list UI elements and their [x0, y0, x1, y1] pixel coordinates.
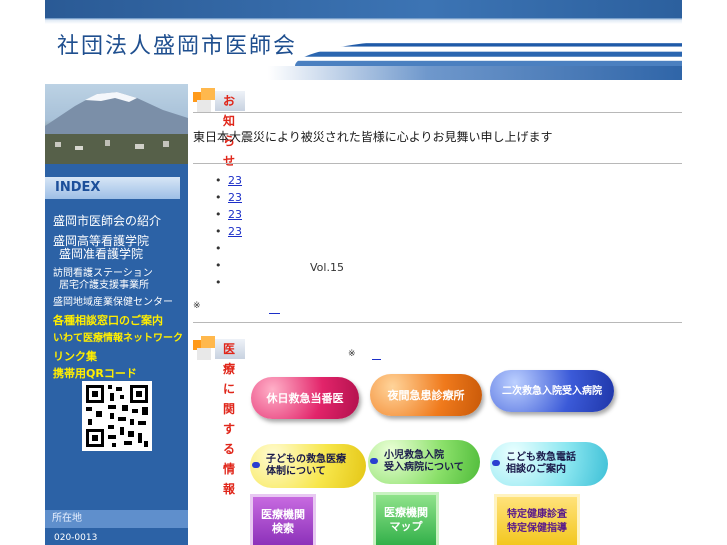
checkup-line2: 特定保健指導 [507, 523, 567, 534]
page-container: 社団法人盛岡市医師会 INDEX 盛岡市医師会の紹介 盛岡高等看護学院 盛岡准看… [45, 0, 682, 545]
address-label: 所在地 [45, 510, 188, 528]
pediatric-line2: 受入病院について [384, 462, 464, 473]
holiday-emergency-doctor-button[interactable]: 休日救急当番医 [251, 377, 359, 419]
divider [193, 322, 682, 323]
nav-consultation-counters[interactable]: 各種相談窓口のご案内 [53, 314, 163, 328]
medical-heading-label: 医療に関する情報 [215, 339, 246, 496]
postal-code: 020-0013 [54, 533, 98, 543]
news-link[interactable]: 23 [228, 174, 272, 187]
news-link[interactable] [228, 259, 310, 271]
header-bottom-band [45, 66, 682, 80]
child-emergency-system-button[interactable]: 子どもの救急医療 体制について [250, 444, 366, 488]
bullet-icon: • [215, 259, 222, 272]
news-item: • 23 [215, 174, 348, 191]
news-note-link[interactable] [269, 301, 280, 314]
header-swoosh-decoration [295, 36, 682, 70]
nav-links[interactable]: リンク集 [53, 350, 97, 364]
index-label: INDEX [45, 177, 180, 199]
arrow-icon [370, 458, 378, 464]
divider [193, 112, 682, 113]
medical-facility-search-button[interactable]: 医療機関 検索 [250, 494, 316, 545]
news-item: • [215, 276, 348, 293]
news-link[interactable] [228, 242, 348, 254]
news-link[interactable]: 23 [228, 225, 278, 238]
phone-line1: こども救急電話 [506, 452, 576, 463]
news-item-volume: Vol.15 [310, 261, 344, 274]
nav-mobile-qr[interactable]: 携帯用QRコード [53, 367, 137, 381]
bullet-icon: • [215, 242, 222, 255]
news-item: • Vol.15 [215, 259, 348, 276]
bullet-icon: • [215, 191, 222, 204]
news-item: • 23 [215, 225, 348, 242]
news-item: • 23 [215, 208, 348, 225]
child-system-line1: 子どもの救急医療 [266, 454, 346, 465]
pediatric-line1: 小児救急入院 [384, 450, 444, 461]
search-line1: 医療機関 [261, 508, 305, 521]
site-title[interactable]: 社団法人盛岡市医師会 [57, 28, 297, 60]
pediatric-admission-hospital-button[interactable]: 小児救急入院 受入病院について [368, 440, 480, 484]
news-link[interactable] [228, 276, 278, 288]
mountain-image [45, 92, 188, 164]
qr-code-image [82, 381, 152, 451]
nav-iwate-medical-network[interactable]: いわて医療情報ネットワーク [53, 332, 183, 346]
nav-assistant-nursing-school[interactable]: 盛岡准看護学院 [59, 247, 143, 261]
arrow-icon [252, 462, 260, 468]
header-banner: 社団法人盛岡市医師会 [45, 0, 682, 80]
checkup-line1: 特定健康診査 [507, 509, 567, 520]
specific-health-checkup-button[interactable]: 特定健康診査 特定保健指導 [494, 494, 580, 545]
medical-note-link[interactable] [372, 347, 381, 360]
news-link[interactable]: 23 [228, 208, 276, 221]
heading-square-icon [201, 336, 215, 348]
phone-line2: 相談のご案内 [506, 464, 566, 475]
child-system-line2: 体制について [266, 466, 326, 477]
medical-facility-map-button[interactable]: 医療機関 マップ [373, 492, 439, 545]
child-emergency-phone-button[interactable]: こども救急電話 相談のご案内 [490, 442, 608, 486]
divider [193, 163, 682, 164]
secondary-emergency-hospital-button[interactable]: 二次救急入院受入病院 [490, 370, 614, 412]
earthquake-notice: 東日本大震災により被災された皆様に心よりお見舞い申し上げます [193, 130, 553, 144]
heading-square-icon [197, 348, 211, 360]
bullet-icon: • [215, 174, 222, 187]
news-link[interactable]: 23 [228, 191, 272, 204]
news-heading-label: お知らせ [215, 91, 246, 168]
medical-note-mark: ※ [348, 349, 356, 359]
nav-occupational-health-center[interactable]: 盛岡地域産業保健センター [53, 296, 173, 310]
arrow-icon [492, 460, 500, 466]
map-line1: 医療機関 [384, 506, 428, 519]
heading-square-icon [201, 88, 215, 100]
nav-nursing-school[interactable]: 盛岡高等看護学院 [53, 234, 149, 248]
night-emergency-clinic-button[interactable]: 夜間急患診療所 [370, 374, 482, 416]
map-line2: マップ [389, 520, 423, 533]
sidebar: INDEX 盛岡市医師会の紹介 盛岡高等看護学院 盛岡准看護学院 訪問看護ステー… [45, 84, 188, 545]
bullet-icon: • [215, 225, 222, 238]
heading-square-icon [197, 100, 211, 112]
news-item: • [215, 242, 348, 259]
header-top-stripe [45, 0, 682, 18]
mount-iwate-photo [45, 84, 188, 164]
bullet-icon: • [215, 208, 222, 221]
search-line2: 検索 [272, 522, 294, 535]
news-list: • 23 • 23 • 23 • 23 • • Vol.15 • [215, 174, 348, 293]
news-note-mark: ※ [193, 301, 201, 311]
nav-care-support-office[interactable]: 居宅介護支援事業所 [59, 279, 149, 293]
qr-code-icon [86, 385, 148, 447]
bullet-icon: • [215, 276, 222, 289]
news-item: • 23 [215, 191, 348, 208]
nav-association-intro[interactable]: 盛岡市医師会の紹介 [53, 214, 161, 228]
